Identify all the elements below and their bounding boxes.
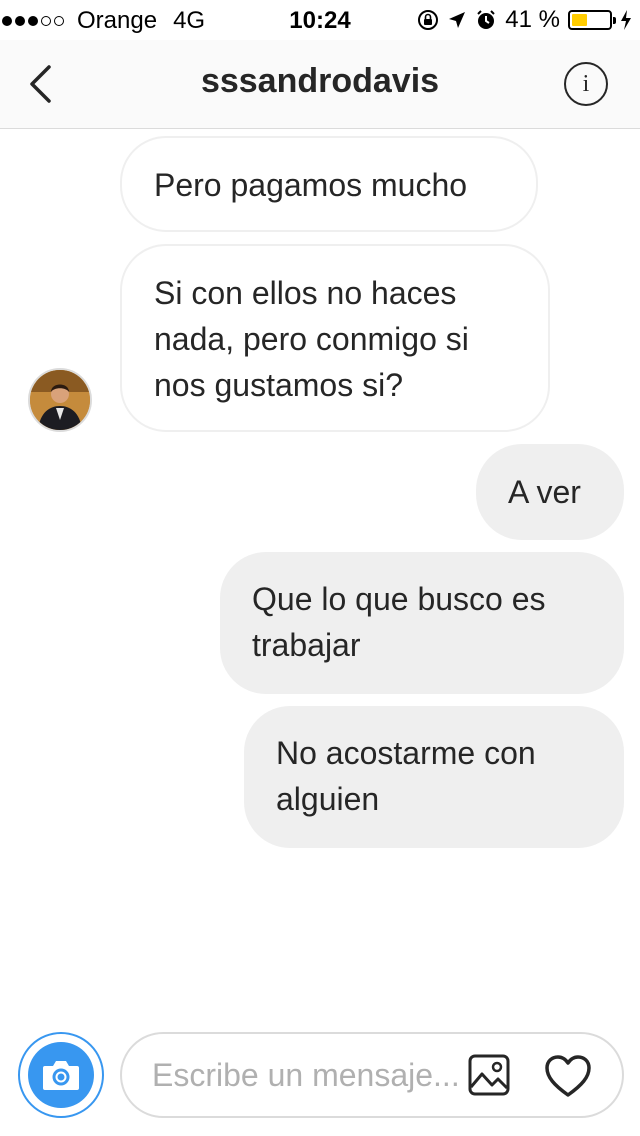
message-bubble-outgoing[interactable]: No acostarme con alguien [244,706,624,848]
message-bubble-incoming[interactable]: Si con ellos no haces nada, pero conmigo… [120,244,550,432]
message-text: Si con ellos no haces [154,275,457,311]
status-right: 41 % [417,6,632,34]
avatar-photo [30,370,90,430]
message-text: A ver [508,474,581,510]
alarm-icon [475,9,497,31]
conversation-username[interactable]: sssandrodavis [0,62,640,101]
orientation-lock-icon [417,9,439,31]
gallery-icon [468,1054,510,1096]
message-text: Que lo que busco es [252,581,546,617]
camera-icon [28,1042,94,1108]
message-input-box [120,1032,624,1118]
gallery-button[interactable] [468,1054,510,1096]
message-composer [0,1020,640,1136]
contact-avatar[interactable] [28,368,92,432]
info-button[interactable]: i [564,62,608,106]
battery-level-fill [572,14,587,26]
info-icon: i [582,70,590,97]
conversation-header: sssandrodavis i [0,40,640,129]
message-text: No acostarme con [276,735,536,771]
message-bubble-outgoing[interactable]: Que lo que busco es trabajar [220,552,624,694]
message-text: Pero pagamos mucho [154,167,468,203]
location-arrow-icon [447,10,467,30]
like-button[interactable] [544,1054,592,1098]
message-bubble-incoming[interactable]: Pero pagamos mucho [120,136,538,232]
message-text: alguien [276,781,380,817]
camera-button[interactable] [18,1032,104,1118]
message-input[interactable] [152,1034,462,1116]
message-text: nada, pero conmigo si [154,321,469,357]
message-text: nos gustamos si? [154,367,404,403]
message-thread[interactable]: Pero pagamos mucho Si con ellos no haces… [0,129,640,1019]
message-bubble-outgoing[interactable]: A ver [476,444,624,540]
battery-icon [568,10,616,30]
status-bar: Orange 4G 10:24 41 % [0,0,640,40]
charging-bolt-icon [620,9,632,31]
message-text: trabajar [252,627,361,663]
battery-percent: 41 % [505,6,560,33]
heart-icon [545,1055,591,1097]
